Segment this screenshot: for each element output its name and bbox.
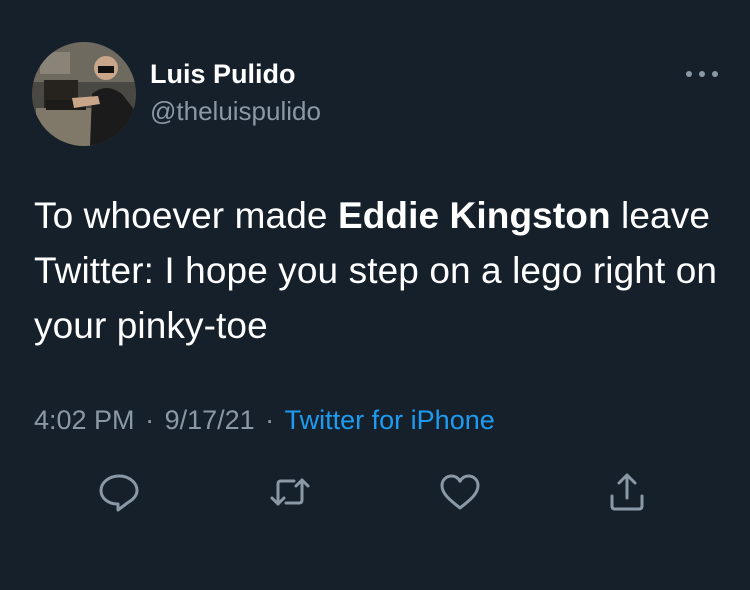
- retweet-icon[interactable]: [268, 470, 312, 514]
- like-icon[interactable]: [438, 470, 482, 514]
- more-options-icon[interactable]: [682, 62, 722, 86]
- tweet-source-link[interactable]: Twitter for iPhone: [285, 405, 495, 435]
- tweet-text-mention: Eddie Kingston: [337, 195, 611, 236]
- tweet-text: To whoever made Eddie Kingston leave Twi…: [34, 188, 724, 353]
- tweet-time[interactable]: 4:02 PM: [34, 405, 135, 435]
- share-icon[interactable]: [605, 470, 649, 514]
- separator-dot: ·: [137, 405, 162, 435]
- author-handle[interactable]: @theluispulido: [150, 96, 321, 127]
- tweet-text-before: To whoever made: [34, 195, 338, 236]
- reply-icon[interactable]: [97, 470, 141, 514]
- separator-dot: ·: [257, 405, 282, 435]
- author-display-name[interactable]: Luis Pulido: [150, 59, 296, 90]
- avatar[interactable]: [32, 42, 136, 146]
- tweet-meta: 4:02 PM · 9/17/21 · Twitter for iPhone: [34, 405, 495, 436]
- tweet-date[interactable]: 9/17/21: [165, 405, 255, 435]
